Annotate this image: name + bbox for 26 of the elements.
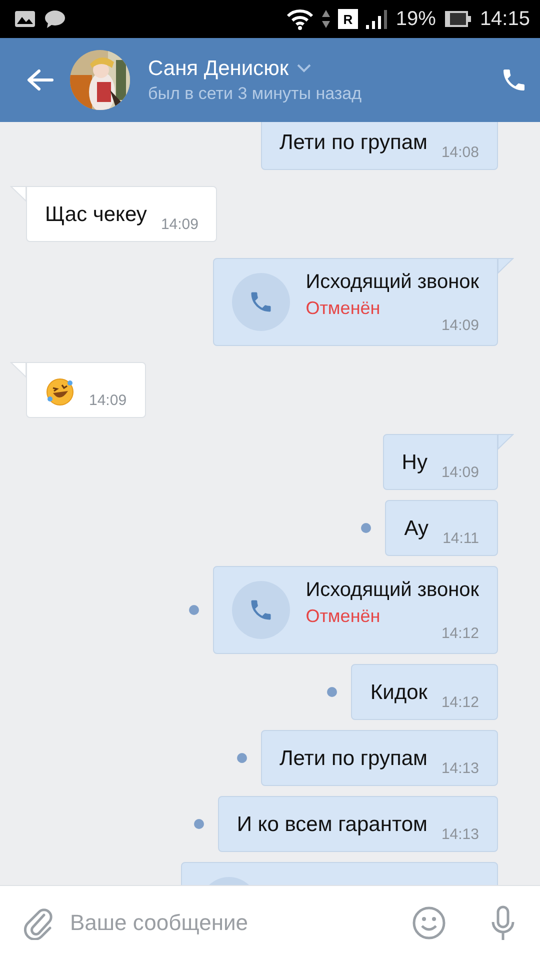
- contact-name[interactable]: Саня Денисюк: [148, 56, 289, 80]
- message-time: 14:08: [441, 144, 479, 161]
- message-text: Щас чекеу: [45, 203, 147, 227]
- battery-percent: 19%: [396, 8, 436, 30]
- call-status: Отменён: [306, 298, 382, 318]
- clock-time: 14:15: [480, 8, 530, 30]
- call-status: Отменён: [306, 606, 382, 626]
- roaming-badge: R: [338, 9, 358, 29]
- message-time: 14:11: [442, 530, 479, 547]
- call-title: Исходящий звонок: [306, 578, 479, 602]
- message-text: Лети по групам: [280, 131, 428, 155]
- message-text: Лети по групам: [280, 747, 428, 771]
- message-time: 14:12: [441, 694, 479, 711]
- message-time: 14:12: [441, 624, 479, 642]
- last-seen-status: был в сети 3 минуты назад: [148, 84, 363, 104]
- message-time: 14:09: [441, 316, 479, 334]
- message-time: 14:13: [441, 826, 479, 843]
- message-text: Кидок: [370, 681, 428, 705]
- message-time: 14:09: [160, 216, 198, 233]
- message-text: Ну: [402, 451, 428, 475]
- message-time: 14:13: [441, 760, 479, 777]
- call-title: Исходящий звонок: [306, 270, 479, 294]
- message-text: И ко всем гарантом: [236, 813, 428, 837]
- message-time: 14:09: [441, 464, 479, 481]
- message-time: 14:09: [89, 392, 127, 409]
- message-text: Ау: [404, 517, 429, 541]
